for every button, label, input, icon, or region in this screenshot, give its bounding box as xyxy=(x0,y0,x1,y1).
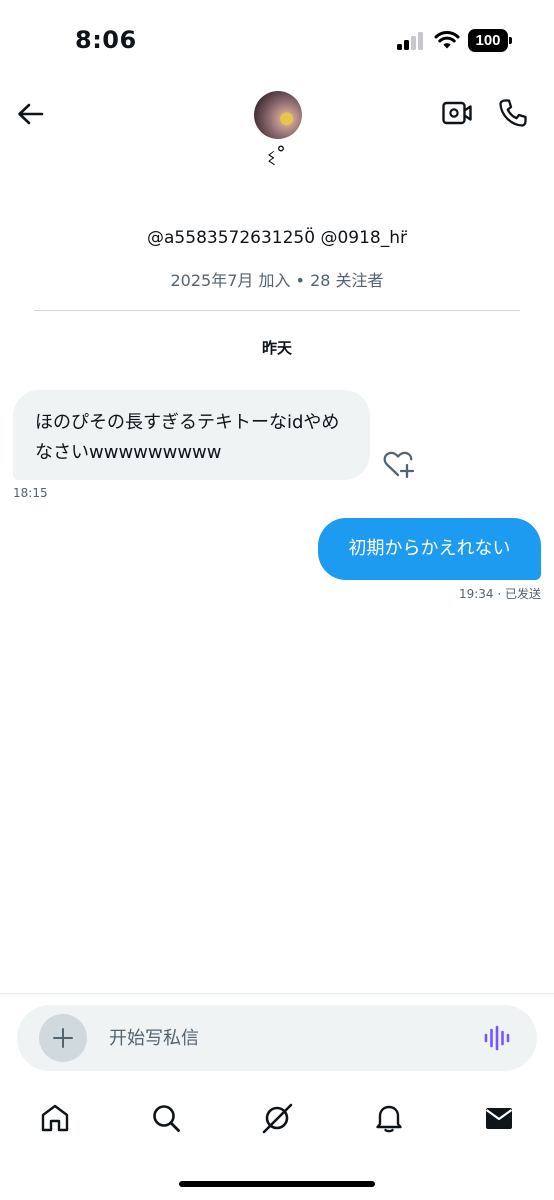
divider xyxy=(34,310,520,311)
nav-search[interactable] xyxy=(148,1100,184,1136)
home-icon xyxy=(41,1104,69,1132)
video-call-button[interactable] xyxy=(440,98,474,128)
home-indicator[interactable] xyxy=(179,1181,375,1187)
wifi-icon xyxy=(434,30,460,49)
message-timestamp: 18:15 xyxy=(13,486,48,500)
battery-icon: 100 xyxy=(468,29,512,52)
plus-icon xyxy=(53,1028,73,1048)
composer-divider xyxy=(0,993,554,994)
message-composer xyxy=(17,1005,537,1071)
outgoing-message-bubble[interactable]: 初期からかえれない xyxy=(318,518,541,580)
voice-message-icon[interactable] xyxy=(483,1025,511,1051)
display-name[interactable]: ଽ˚ xyxy=(0,146,554,171)
phone-icon xyxy=(499,99,527,127)
profile-meta: 2025年7月 加入 • 28 关注者 xyxy=(170,271,384,290)
profile-handles[interactable]: @a5583572631250̈ @0918_hr̈ xyxy=(0,228,554,248)
back-button[interactable] xyxy=(12,96,48,132)
video-call-icon xyxy=(442,101,472,125)
nav-messages[interactable] xyxy=(481,1100,517,1136)
message-input[interactable] xyxy=(109,1025,439,1051)
date-separator: 昨天 xyxy=(261,339,292,357)
nav-notifications[interactable] xyxy=(371,1100,407,1136)
incoming-message-bubble[interactable]: ほのぴその長すぎるテキトーなidやめなさいwwwwwwwww xyxy=(13,390,370,480)
message-timestamp-sent: 19:34 · 已发送 xyxy=(458,587,541,601)
nav-home[interactable] xyxy=(37,1100,73,1136)
nav-grok[interactable] xyxy=(259,1100,295,1136)
add-media-button[interactable] xyxy=(39,1014,87,1062)
messages-icon xyxy=(485,1108,513,1129)
search-icon xyxy=(153,1105,180,1132)
notifications-icon xyxy=(376,1105,402,1133)
signal-icon xyxy=(397,32,425,50)
bottom-nav xyxy=(0,1090,554,1146)
back-arrow-icon xyxy=(18,103,44,125)
grok-icon xyxy=(262,1103,293,1134)
avatar[interactable] xyxy=(254,91,302,139)
status-time: 8:06 xyxy=(75,26,137,54)
phone-call-button[interactable] xyxy=(496,96,530,130)
add-reaction-icon[interactable] xyxy=(382,449,416,479)
battery-level: 100 xyxy=(468,29,508,52)
status-bar: 8:06 100 xyxy=(0,0,554,82)
